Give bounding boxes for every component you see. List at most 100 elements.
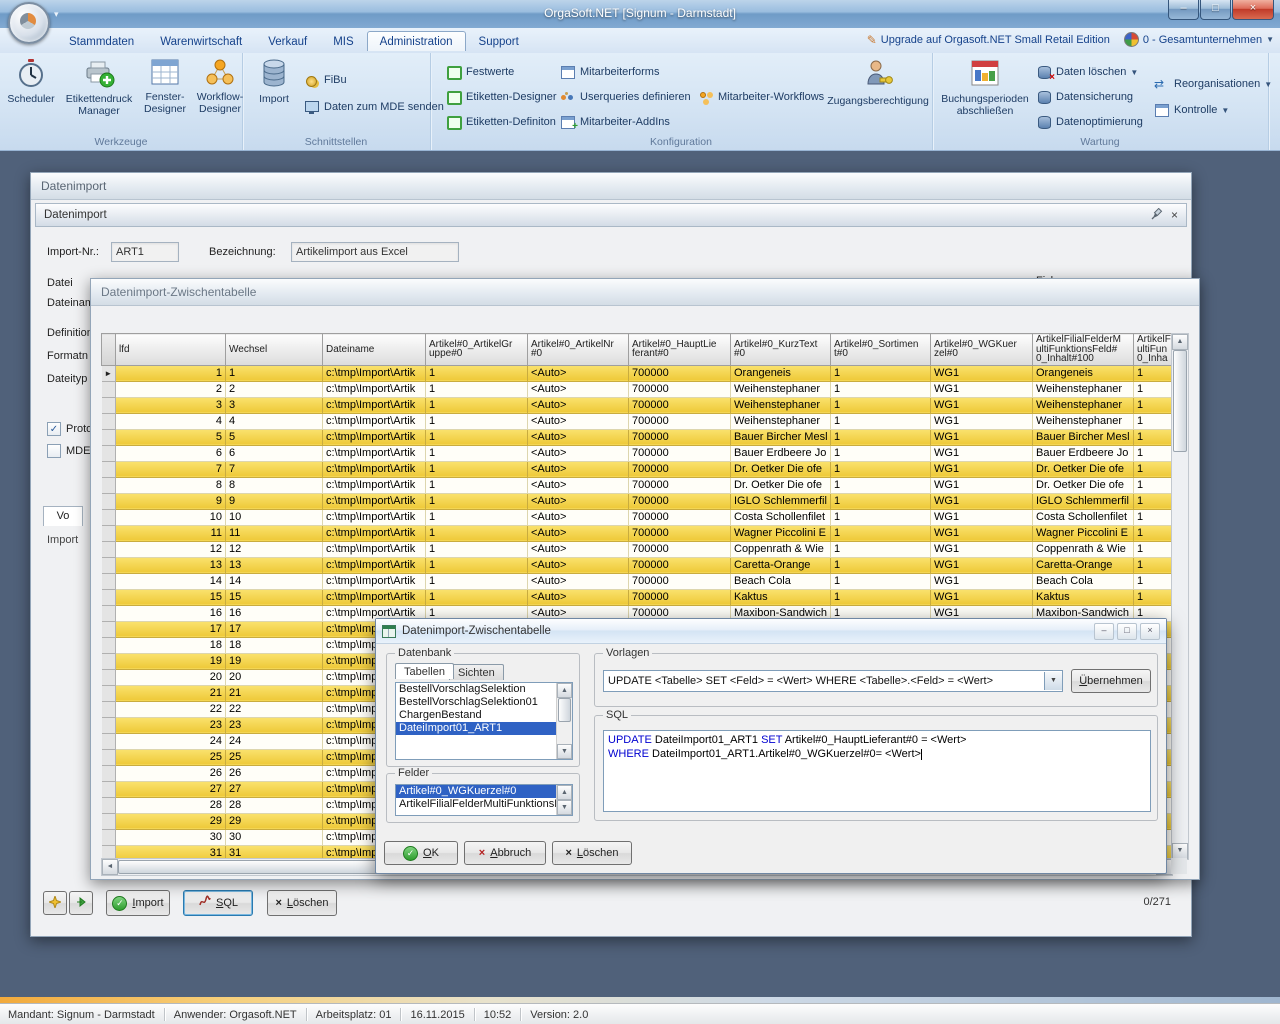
grid-cell[interactable]: 1: [831, 589, 931, 605]
grid-cell[interactable]: 700000: [629, 493, 731, 509]
grid-cell[interactable]: Coppenrath & Wie: [731, 541, 831, 557]
grid-cell[interactable]: Caretta-Orange: [731, 557, 831, 573]
grid-cell[interactable]: 1: [426, 397, 528, 413]
grid-cell[interactable]: Caretta-Orange: [1033, 557, 1134, 573]
app-logo-orb[interactable]: [8, 2, 50, 44]
grid-cell[interactable]: 7: [226, 461, 323, 477]
grid-cell[interactable]: 29: [116, 813, 226, 829]
tab-support[interactable]: Support: [466, 31, 532, 51]
scroll-thumb[interactable]: [558, 698, 571, 722]
grid-cell[interactable]: Weihenstephaner: [1033, 413, 1134, 429]
grid-cell[interactable]: 23: [226, 717, 323, 733]
close-button[interactable]: ×: [1232, 0, 1274, 20]
grid-cell[interactable]: <Auto>: [528, 397, 629, 413]
sql-textarea[interactable]: UPDATE DateiImport01_ART1 SET Artikel#0_…: [603, 730, 1151, 812]
pin-icon[interactable]: [1151, 208, 1163, 223]
grid-column-header[interactable]: Wechsel: [226, 334, 323, 366]
grid-cell[interactable]: <Auto>: [528, 381, 629, 397]
grid-cell[interactable]: 1: [1134, 413, 1172, 429]
grid-cell[interactable]: 16: [226, 605, 323, 621]
grid-cell[interactable]: <Auto>: [528, 429, 629, 445]
grid-cell[interactable]: WG1: [931, 589, 1033, 605]
table-row[interactable]: 77c:\tmp\Import\Artik1<Auto>700000Dr. Oe…: [102, 461, 1172, 477]
table-row[interactable]: 22c:\tmp\Import\Artik1<Auto>700000Weihen…: [102, 381, 1172, 397]
table-row[interactable]: 1212c:\tmp\Import\Artik1<Auto>700000Copp…: [102, 541, 1172, 557]
grid-cell[interactable]: WG1: [931, 573, 1033, 589]
grid-cell[interactable]: 13: [116, 557, 226, 573]
grid-cell[interactable]: Coppenrath & Wie: [1033, 541, 1134, 557]
grid-cell[interactable]: Dr. Oetker Die ofe: [1033, 477, 1134, 493]
userqueries-button[interactable]: Userqueries definieren: [560, 88, 691, 106]
grid-cell[interactable]: WG1: [931, 541, 1033, 557]
datenoptimierung-button[interactable]: Datenoptimierung: [1036, 113, 1143, 131]
restore-button[interactable]: □: [1200, 0, 1231, 20]
grid-cell[interactable]: Costa Schollenfilet: [1033, 509, 1134, 525]
upgrade-link[interactable]: ✎ Upgrade auf Orgasoft.NET Small Retail …: [867, 33, 1110, 47]
vorlagen-combobox[interactable]: UPDATE <Tabelle> SET <Feld> = <Wert> WHE…: [603, 670, 1063, 692]
etikettendruck-manager-button[interactable]: Etikettendruck Manager: [60, 55, 138, 134]
datenimport-window-header[interactable]: Datenimport: [31, 173, 1191, 200]
tab-warenwirtschaft[interactable]: Warenwirtschaft: [147, 31, 255, 51]
minimize-button[interactable]: –: [1168, 0, 1199, 20]
abbruch-button[interactable]: × Abbruch: [464, 841, 546, 865]
grid-cell[interactable]: <Auto>: [528, 461, 629, 477]
grid-cell[interactable]: c:\tmp\Import\Artik: [323, 397, 426, 413]
grid-cell[interactable]: 1: [1134, 381, 1172, 397]
grid-cell[interactable]: <Auto>: [528, 445, 629, 461]
grid-cell[interactable]: 700000: [629, 589, 731, 605]
grid-cell[interactable]: Weihenstephaner: [1033, 397, 1134, 413]
grid-cell[interactable]: 17: [226, 621, 323, 637]
grid-column-header[interactable]: Artikel#0_ArtikelGr uppe#0: [426, 334, 528, 366]
grid-cell[interactable]: 22: [226, 701, 323, 717]
datensicherung-button[interactable]: Datensicherung: [1036, 88, 1133, 106]
grid-cell[interactable]: Kaktus: [1033, 589, 1134, 605]
grid-cell[interactable]: 700000: [629, 461, 731, 477]
list-item[interactable]: DateiImport01_ART1: [396, 722, 557, 735]
grid-cell[interactable]: 16: [116, 605, 226, 621]
grid-column-header[interactable]: lfd: [116, 334, 226, 366]
workflow-designer-button[interactable]: Workflow- Designer: [192, 55, 248, 134]
ok-button[interactable]: ✓ OK: [384, 841, 458, 865]
dialog-close-button[interactable]: ×: [1140, 623, 1160, 640]
grid-cell[interactable]: 1: [1134, 589, 1172, 605]
grid-cell[interactable]: Bauer Erdbeere Jo: [1033, 445, 1134, 461]
grid-cell[interactable]: 12: [116, 541, 226, 557]
grid-cell[interactable]: 20: [226, 669, 323, 685]
grid-cell[interactable]: 26: [116, 765, 226, 781]
scroll-up-icon[interactable]: ▲: [557, 785, 572, 800]
grid-cell[interactable]: 28: [116, 797, 226, 813]
grid-cell[interactable]: 8: [226, 477, 323, 493]
grid-cell[interactable]: 27: [116, 781, 226, 797]
grid-cell[interactable]: 700000: [629, 429, 731, 445]
tabellen-listbox[interactable]: BestellVorschlagSelektionBestellVorschla…: [395, 682, 573, 760]
grid-cell[interactable]: 10: [116, 509, 226, 525]
tab-sichten[interactable]: Sichten: [449, 664, 504, 680]
grid-cell[interactable]: 23: [116, 717, 226, 733]
grid-cell[interactable]: 1: [1134, 557, 1172, 573]
grid-cell[interactable]: 1: [426, 381, 528, 397]
grid-cell[interactable]: 700000: [629, 557, 731, 573]
grid-cell[interactable]: 700000: [629, 573, 731, 589]
grid-column-header[interactable]: Artikel#0_ArtikelNr #0: [528, 334, 629, 366]
grid-cell[interactable]: Wagner Piccolini E: [731, 525, 831, 541]
list-item[interactable]: BestellVorschlagSelektion01: [396, 696, 557, 709]
grid-cell[interactable]: c:\tmp\Import\Artik: [323, 589, 426, 605]
mde-checkbox[interactable]: MDE: [47, 444, 90, 458]
grid-cell[interactable]: 25: [116, 749, 226, 765]
grid-cell[interactable]: 19: [226, 653, 323, 669]
grid-column-header[interactable]: Artikel#0_HauptLie ferant#0: [629, 334, 731, 366]
chevron-down-icon[interactable]: ▼: [1044, 672, 1062, 690]
grid-cell[interactable]: 700000: [629, 509, 731, 525]
grid-cell[interactable]: Bauer Bircher Mesl: [1033, 429, 1134, 445]
grid-cell[interactable]: <Auto>: [528, 557, 629, 573]
grid-cell[interactable]: 2: [116, 381, 226, 397]
grid-cell[interactable]: 1: [1134, 541, 1172, 557]
tab-fragment-vorschau[interactable]: Vo: [43, 506, 83, 526]
grid-cell[interactable]: 4: [116, 413, 226, 429]
list-item[interactable]: BestellVorschlagSelektion: [396, 683, 557, 696]
grid-cell[interactable]: 9: [116, 493, 226, 509]
etiketten-definiton-button[interactable]: Etiketten-Definiton: [446, 113, 556, 131]
grid-cell[interactable]: 6: [116, 445, 226, 461]
reorganisationen-button[interactable]: ⇄ Reorganisationen ▼: [1154, 75, 1272, 93]
grid-cell[interactable]: WG1: [931, 509, 1033, 525]
